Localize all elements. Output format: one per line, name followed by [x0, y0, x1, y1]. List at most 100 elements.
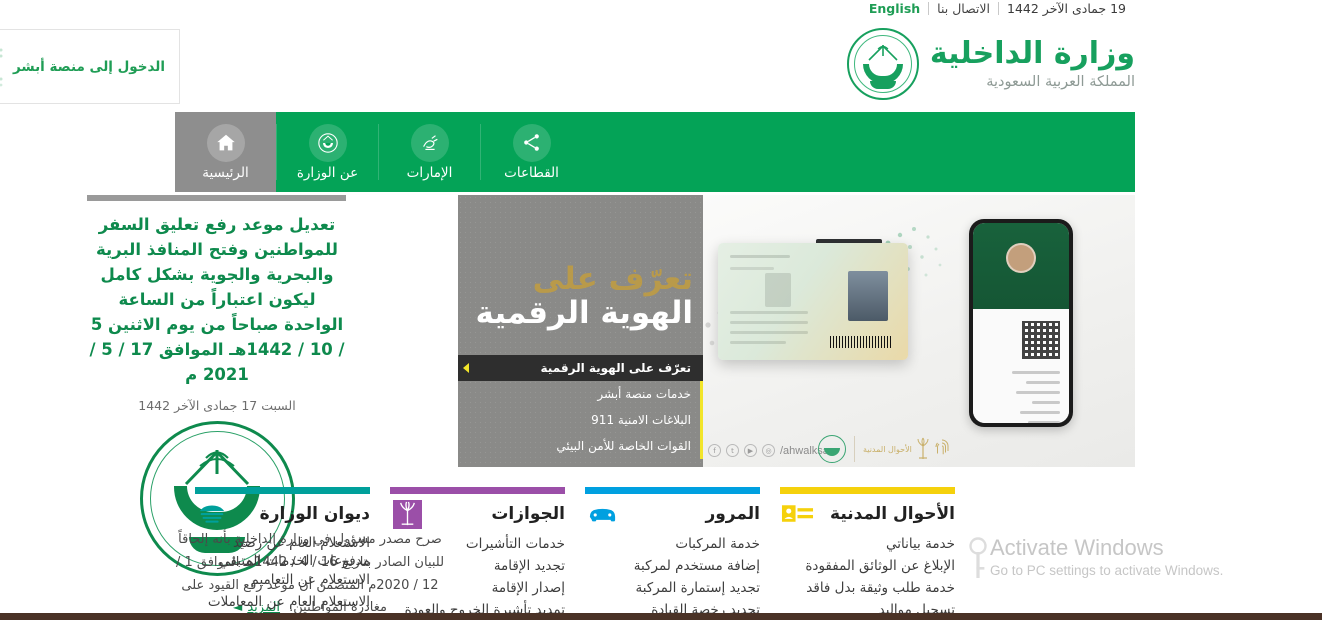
hero-slide-list: تعرّف على الهوية الرقمية خدمات منصة أبشر…	[458, 355, 703, 459]
logo-title: وزارة الداخلية	[929, 35, 1135, 71]
card-link[interactable]: الاستعلام العام عن رصيد مدفوعات الخدمات …	[195, 534, 370, 570]
phone-header	[973, 223, 1069, 309]
hero-carousel: f t ▶ ◎ /ahwalksa الأحوال المدنية تعرّف …	[458, 195, 1135, 467]
card-title-traffic: المرور	[705, 504, 760, 524]
passport-palm-icon	[390, 499, 424, 529]
hero-brand-row: الأحوال المدنية	[818, 435, 950, 463]
top-utility-bar: 19 جمادى الآخر 1442 الاتصال بنا English	[0, 0, 1322, 20]
hero-image-digital-id: f t ▶ ◎ /ahwalksa الأحوال المدنية	[700, 195, 1135, 467]
news-headline[interactable]: تعديل موعد رفع تعليق السفر للمواطنين وفت…	[82, 212, 352, 388]
civil-affairs-brand-label: الأحوال المدنية	[863, 444, 912, 454]
qr-code-icon	[1022, 321, 1060, 359]
swords-palm-icon	[868, 44, 898, 61]
phone-mockup	[969, 219, 1073, 427]
hero-slide-item-1[interactable]: تعرّف على الهوية الرقمية	[458, 355, 703, 381]
news-panel: تعديل موعد رفع تعليق السفر للمواطنين وفت…	[82, 195, 352, 576]
card-link[interactable]: خدمة بياناتي	[780, 534, 955, 556]
separator	[928, 2, 930, 15]
card-link[interactable]: تجديد إستمارة المركبة	[585, 578, 761, 600]
service-card-civil-affairs: الأحوال المدنية خدمة بياناتي الإبلاغ عن …	[780, 487, 955, 620]
ministry-logo[interactable]: وزارة الداخلية المملكة العربية السعودية	[846, 28, 1135, 100]
id-ghost-photo	[765, 273, 791, 307]
emblem-icon	[308, 123, 347, 162]
network-share-icon	[512, 123, 551, 162]
card-link[interactable]: إصدار الإقامة	[390, 578, 565, 600]
page-root: 19 جمادى الآخر 1442 الاتصال بنا English …	[0, 0, 1322, 620]
service-card-traffic: المرور خدمة المركبات إضافة مستخدم لمركبة…	[585, 487, 760, 620]
absher-login-label: الدخول إلى منصة أبشر	[12, 58, 165, 75]
card-accent-bar	[780, 487, 955, 494]
main-content: تعديل موعد رفع تعليق السفر للمواطنين وفت…	[87, 195, 1135, 576]
diwan-badge-icon	[195, 500, 229, 528]
nav-item-home[interactable]: الرئيسية	[175, 112, 276, 192]
hero-title-line1: تعرّف على	[532, 261, 693, 297]
fingerprint-icon	[935, 439, 949, 455]
news-date: السبت 17 جمادى الآخر 1442	[138, 397, 296, 413]
civil-affairs-brand: الأحوال المدنية	[863, 437, 950, 461]
hero-title-line2: الهوية الرقمية	[475, 295, 693, 331]
emblem-base	[869, 81, 896, 89]
site-header: وزارة الداخلية المملكة العربية السعودية …	[0, 20, 1322, 112]
twitter-icon[interactable]: t	[726, 444, 739, 457]
card-title-diwan: ديوان الوزارة	[259, 504, 370, 524]
nav-item-emirates[interactable]: الإمارات	[379, 112, 480, 192]
card-link[interactable]: الاستعلام عن التعاميم	[195, 570, 370, 592]
calligraphy-icon	[410, 123, 449, 162]
home-icon	[206, 123, 245, 162]
card-link[interactable]: إضافة مستخدم لمركبة	[585, 556, 760, 578]
card-link[interactable]: الاستعلام العام عن المعاملات	[195, 592, 370, 614]
service-card-passports: الجوازات خدمات التأشيرات تجديد الإقامة إ…	[390, 487, 565, 620]
hero-slide-item-2[interactable]: خدمات منصة أبشر	[458, 381, 703, 407]
contact-us-link[interactable]: الاتصال بنا	[937, 1, 990, 16]
english-language-link[interactable]: English	[869, 1, 920, 16]
instagram-icon[interactable]: ◎	[762, 444, 775, 457]
card-link[interactable]: تجديد الإقامة	[390, 556, 565, 578]
hero-slide-item-4[interactable]: القوات الخاصة للأمن البيئي	[458, 433, 703, 459]
card-accent-bar	[390, 487, 565, 494]
nav-label-emirates: الإمارات	[406, 164, 453, 181]
social-links[interactable]: f t ▶ ◎ /ahwalksa	[708, 444, 831, 457]
card-title-passports: الجوازات	[491, 504, 565, 524]
nav-item-sectors[interactable]: القطاعات	[481, 112, 582, 192]
service-cards: ديوان الوزارة الاستعلام العام عن رصيد مد…	[175, 487, 1135, 620]
bottom-bar	[0, 613, 1322, 620]
id-barcode	[830, 336, 892, 348]
palm-icon	[917, 437, 929, 459]
card-links-traffic: خدمة المركبات إضافة مستخدم لمركبة تجديد …	[585, 534, 760, 620]
national-id-card	[718, 243, 908, 360]
brand-separator	[854, 436, 855, 462]
card-accent-bar	[195, 487, 370, 494]
card-link[interactable]: خدمة المركبات	[585, 534, 760, 556]
id-photo	[848, 271, 888, 321]
card-link[interactable]: خدمات التأشيرات	[390, 534, 565, 556]
service-card-diwan: ديوان الوزارة الاستعلام العام عن رصيد مد…	[195, 487, 370, 620]
facebook-icon[interactable]: f	[708, 444, 721, 457]
hero-text-panel: تعرّف على الهوية الرقمية تعرّف على الهوي…	[458, 195, 703, 467]
seal-swords-palm-icon	[184, 449, 250, 485]
id-card-icon	[780, 500, 814, 528]
card-links-diwan: الاستعلام العام عن رصيد مدفوعات الخدمات …	[195, 534, 370, 614]
card-title-civil-affairs: الأحوال المدنية	[830, 504, 955, 524]
logo-subtitle: المملكة العربية السعودية	[986, 73, 1135, 90]
hero-slide-item-3[interactable]: البلاغات الامنية 911	[458, 407, 703, 433]
card-accent-bar	[585, 487, 760, 494]
card-link[interactable]: الإبلاغ عن الوثائق المفقودة	[780, 556, 955, 578]
nav-item-about[interactable]: عن الوزارة	[277, 112, 378, 192]
nav-label-home: الرئيسية	[202, 164, 249, 181]
hijri-date: 19 جمادى الآخر 1442	[1007, 1, 1126, 16]
phone-body	[973, 309, 1069, 423]
phone-detail-lines	[1012, 371, 1060, 423]
card-links-passports: خدمات التأشيرات تجديد الإقامة إصدار الإق…	[390, 534, 565, 620]
card-links-civil-affairs: خدمة بياناتي الإبلاغ عن الوثائق المفقودة…	[780, 534, 955, 620]
news-tab-indicator[interactable]	[87, 195, 346, 201]
moi-brand-icon	[818, 435, 846, 463]
absher-login-button[interactable]: الدخول إلى منصة أبشر	[0, 29, 180, 104]
nav-label-sectors: القطاعات	[504, 164, 559, 181]
youtube-icon[interactable]: ▶	[744, 444, 757, 457]
separator	[998, 2, 1000, 15]
absher-logo-icon	[0, 48, 3, 86]
car-icon	[585, 500, 619, 528]
main-navigation: القطاعات الإمارات عن الوزارة الرئيسية	[175, 112, 1135, 192]
card-link[interactable]: خدمة طلب وثيقة بدل فاقد	[780, 578, 955, 600]
